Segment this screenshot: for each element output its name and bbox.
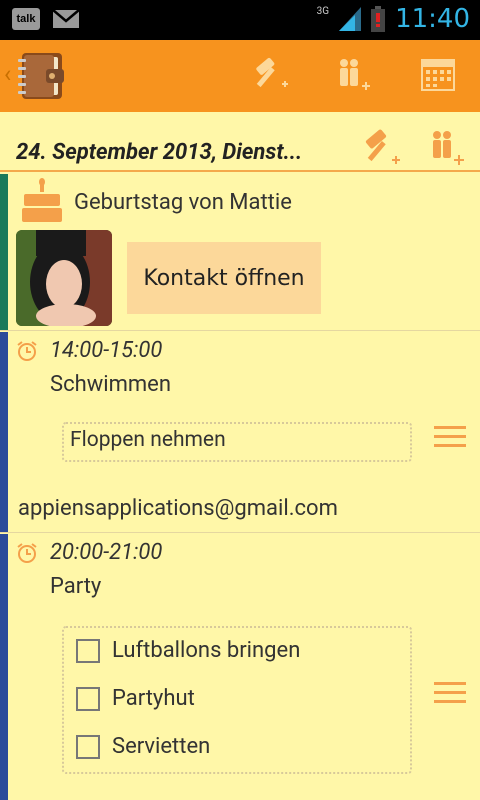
checkbox[interactable] <box>76 734 100 759</box>
planner-logo-icon[interactable] <box>16 49 66 107</box>
status-bar: talk 3G 11:40 <box>0 0 480 40</box>
event-email: appiensapplications@gmail.com <box>18 496 338 521</box>
open-contact-button[interactable]: Kontakt öffnen <box>127 242 321 314</box>
checklist-label: Partyhut <box>112 686 195 711</box>
event-entry-swimming[interactable]: 14:00-15:00 Schwimmen Floppen nehmen app… <box>0 332 480 532</box>
checkbox[interactable] <box>76 638 100 663</box>
note-text: Floppen nehmen <box>70 428 226 452</box>
event-color-bar <box>0 534 8 800</box>
birthday-title: Geburtstag von Mattie <box>74 190 292 215</box>
checklist-label: Luftballons bringen <box>112 638 301 663</box>
event-time: 20:00-21:00 <box>50 540 163 565</box>
checklist-box: Luftballons bringen Partyhut Servietten <box>62 626 412 774</box>
new-task-hammer-icon[interactable] <box>252 56 290 98</box>
event-entry-party[interactable]: 20:00-21:00 Party Luftballons bringen Pa… <box>0 534 480 800</box>
signal-icon <box>339 7 362 31</box>
new-event-people-icon[interactable] <box>334 56 372 98</box>
action-bar: ‹ <box>0 40 480 112</box>
checklist-item[interactable]: Servietten <box>76 734 210 759</box>
talk-notification-icon: talk <box>12 8 40 30</box>
checklist-label: Servietten <box>112 734 211 759</box>
birthday-cake-icon <box>20 178 64 228</box>
drag-handle-icon[interactable] <box>434 682 466 709</box>
note-box[interactable]: Floppen nehmen <box>62 422 412 462</box>
alarm-icon <box>16 340 38 362</box>
checkbox[interactable] <box>76 686 100 711</box>
event-color-bar <box>0 332 8 532</box>
gmail-notification-icon <box>52 9 80 28</box>
date-header: 24. September 2013, Dienst... <box>0 112 480 172</box>
alarm-icon <box>16 542 38 564</box>
network-type-label: 3G <box>316 5 330 17</box>
clock: 11:40 <box>395 4 470 34</box>
add-task-hammer-icon[interactable] <box>362 128 402 172</box>
birthday-entry[interactable]: Geburtstag von Mattie Kontakt öffnen <box>0 174 480 330</box>
event-title: Schwimmen <box>50 372 171 397</box>
divider <box>0 330 480 331</box>
add-event-people-icon[interactable] <box>428 128 468 172</box>
battery-low-icon <box>371 6 386 32</box>
checklist-item[interactable]: Luftballons bringen <box>76 638 300 663</box>
up-chevron-icon[interactable]: ‹ <box>4 60 11 88</box>
calendar-icon[interactable] <box>420 56 456 96</box>
date-title: 24. September 2013, Dienst... <box>16 140 303 165</box>
event-time: 14:00-15:00 <box>50 338 163 363</box>
event-title: Party <box>50 574 102 599</box>
birthday-color-bar <box>0 174 8 330</box>
divider <box>0 532 480 533</box>
drag-handle-icon[interactable] <box>434 426 466 453</box>
contact-photo[interactable] <box>16 230 112 326</box>
checklist-item[interactable]: Partyhut <box>76 686 195 711</box>
